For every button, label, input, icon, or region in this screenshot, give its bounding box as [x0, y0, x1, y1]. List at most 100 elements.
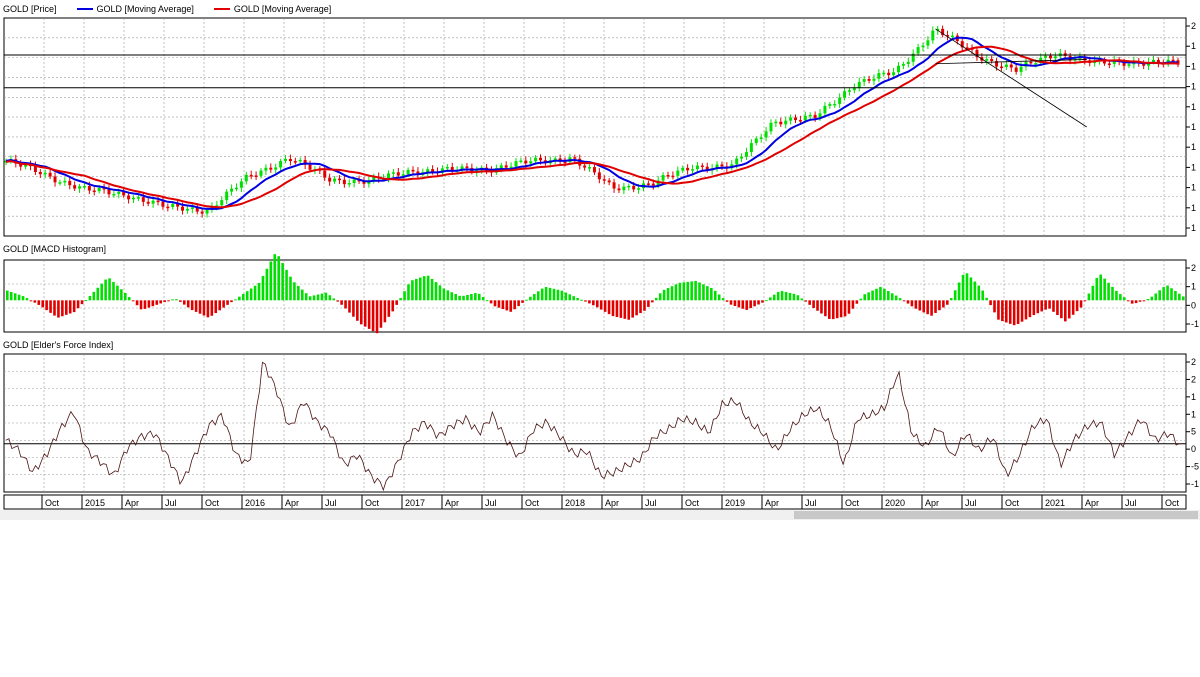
candle-body: [691, 169, 695, 171]
macd-bar: [942, 300, 945, 308]
candle-body: [1009, 64, 1013, 68]
candle-body: [681, 167, 685, 171]
candle-body: [43, 172, 47, 175]
macd-bar: [678, 282, 682, 301]
macd-bar: [1138, 300, 1142, 302]
macd-bar: [1107, 282, 1110, 301]
candle-body: [244, 174, 248, 182]
macd-bar: [993, 300, 996, 313]
macd-bar: [68, 300, 72, 314]
macd-bar: [635, 300, 638, 316]
macd-bar: [1162, 287, 1165, 301]
macd-bar: [769, 297, 772, 301]
candle-body: [445, 167, 449, 169]
chart-svg[interactable]: 2 1 1 1 1 1 1 1 1 1 1 2 1 0 -1 2 2 1 1 5 0 -5 -1 Oct 2015 Apr J…: [0, 0, 1200, 510]
price-panel[interactable]: 2 1 1 1 1 1 1 1 1 1 1: [3, 17, 1196, 237]
macd-bar: [1174, 290, 1177, 301]
macd-bar: [525, 299, 528, 301]
macd-bar: [399, 298, 402, 301]
macd-bar: [745, 300, 749, 310]
macd-bar: [198, 300, 202, 314]
macd-bar: [21, 296, 25, 301]
candle-body: [1014, 67, 1018, 72]
macd-bar: [1001, 300, 1004, 322]
macd-bar: [1123, 297, 1126, 301]
macd-bar: [961, 274, 965, 301]
macd-bar: [796, 295, 800, 301]
candle-body: [284, 158, 288, 161]
macd-bar: [922, 300, 926, 313]
macd-bar: [930, 300, 933, 316]
candle-body: [901, 64, 905, 66]
macd-bar: [76, 300, 80, 309]
macd-bar: [859, 298, 863, 301]
macd-bar: [1091, 285, 1095, 301]
candle-body: [700, 165, 704, 168]
y-tick-label: 1: [1191, 392, 1196, 402]
macd-bar: [894, 295, 898, 301]
macd-bar: [470, 294, 473, 301]
candle-body: [259, 170, 263, 176]
macd-bar: [245, 291, 249, 301]
macd-bar: [120, 289, 123, 301]
candle-body: [735, 158, 739, 165]
macd-bar: [352, 300, 355, 317]
macd-bar: [387, 300, 391, 317]
force-panel[interactable]: 2 2 1 1 5 0 -5 -1: [3, 353, 1199, 493]
candle-body: [524, 160, 528, 164]
macd-bar: [855, 300, 859, 304]
macd-bar: [1095, 278, 1099, 301]
time-tick-label: Oct: [205, 498, 220, 508]
macd-bar: [151, 300, 155, 307]
macd-bar: [253, 285, 257, 301]
macd-bar: [84, 300, 88, 302]
candle-body: [185, 208, 189, 211]
macd-bar: [356, 300, 359, 321]
macd-bar: [772, 294, 776, 301]
macd-bar: [548, 287, 552, 301]
macd-bar: [6, 290, 9, 301]
macd-bar: [1119, 294, 1122, 301]
macd-bar: [61, 300, 64, 317]
y-tick-label: 1: [1191, 183, 1196, 193]
macd-bar: [820, 300, 823, 314]
macd-bar: [269, 261, 273, 301]
macd-bar: [281, 263, 284, 301]
macd-bar: [1075, 300, 1079, 312]
time-tick-label: 2015: [85, 498, 105, 508]
macd-bar: [580, 299, 583, 301]
candle-body: [249, 174, 253, 177]
macd-bar: [871, 290, 874, 301]
macd-bar: [595, 300, 599, 308]
macd-bar: [1182, 296, 1185, 301]
scrollbar-thumb[interactable]: [794, 511, 1198, 519]
macd-bar: [230, 300, 233, 303]
y-tick-label: -1: [1191, 479, 1199, 489]
macd-bar: [222, 300, 225, 308]
macd-bar: [599, 300, 603, 310]
macd-bar: [1170, 288, 1173, 301]
macd-bar: [1178, 293, 1181, 301]
macd-bar: [1115, 290, 1118, 301]
candle-body: [465, 166, 469, 168]
horizontal-scrollbar[interactable]: [0, 510, 1200, 520]
macd-bar: [112, 281, 115, 301]
candle-body: [754, 138, 758, 144]
macd-bar: [717, 294, 721, 301]
y-tick-label: 1: [1191, 142, 1196, 152]
macd-bar: [568, 294, 572, 301]
macd-bar: [647, 300, 650, 307]
macd-bar: [592, 300, 595, 306]
macd-bar: [953, 290, 957, 301]
time-tick-label: 2017: [405, 498, 425, 508]
y-tick-label: 0: [1191, 444, 1196, 454]
time-tick-label: Oct: [685, 498, 700, 508]
y-tick-label: 2: [1191, 21, 1196, 31]
macd-bar: [828, 300, 831, 319]
time-tick-label: Jul: [965, 498, 977, 508]
macd-bar: [179, 300, 182, 302]
macd-bar: [926, 300, 929, 315]
macd-bar: [588, 300, 591, 304]
macd-panel[interactable]: 2 1 0 -1: [3, 254, 1199, 334]
macd-bar: [446, 290, 450, 301]
